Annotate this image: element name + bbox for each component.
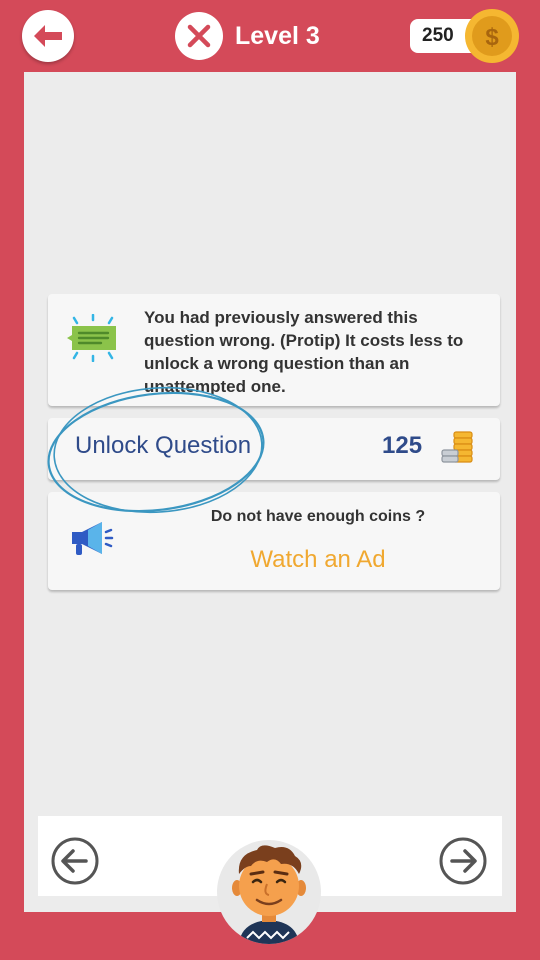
unlock-cost: 125 bbox=[382, 432, 423, 459]
avatar[interactable] bbox=[217, 840, 321, 944]
message-icon bbox=[67, 314, 116, 362]
main-panel: You had previously answered this questio… bbox=[24, 72, 516, 912]
wrong-x-icon bbox=[187, 24, 211, 48]
watch-ad-card[interactable]: Do not have enough coins ? Watch an Ad bbox=[48, 492, 500, 590]
watch-ad-button[interactable]: Watch an Ad bbox=[48, 546, 500, 574]
coin-icon[interactable]: $ bbox=[464, 8, 520, 64]
arrow-right-circle-icon[interactable] bbox=[438, 836, 488, 886]
avatar-man-smiling-icon bbox=[232, 845, 306, 944]
back-arrow-icon bbox=[34, 25, 62, 47]
wrong-status-badge bbox=[175, 12, 223, 60]
coin-stack-icon bbox=[441, 431, 473, 463]
not-enough-coins-text: Do not have enough coins ? bbox=[210, 508, 426, 525]
coin-count: 250 bbox=[422, 25, 454, 46]
unlock-question-button[interactable]: Unlock Question 125 bbox=[48, 418, 500, 480]
coin-symbol: $ bbox=[485, 24, 499, 51]
info-card: You had previously answered this questio… bbox=[48, 294, 500, 406]
level-header: Level 3 bbox=[175, 12, 320, 60]
back-button[interactable] bbox=[22, 10, 74, 62]
level-title: Level 3 bbox=[235, 21, 320, 50]
arrow-left-circle-icon[interactable] bbox=[50, 836, 100, 886]
info-message: You had previously answered this questio… bbox=[144, 308, 464, 396]
top-bar: Level 3 250 $ bbox=[0, 0, 540, 72]
unlock-question-label: Unlock Question bbox=[75, 432, 252, 459]
